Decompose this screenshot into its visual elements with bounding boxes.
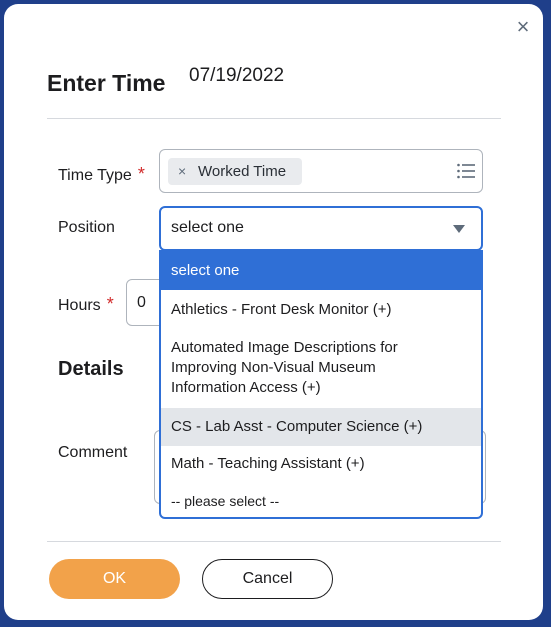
required-marker: * bbox=[106, 294, 114, 314]
position-label: Position bbox=[58, 219, 115, 236]
chevron-down-icon bbox=[453, 225, 465, 233]
option-select-one[interactable]: select one bbox=[161, 252, 481, 290]
time-type-label: Time Type * bbox=[58, 164, 145, 185]
close-icon[interactable]: × bbox=[512, 16, 534, 38]
option-math-teaching-assistant[interactable]: Math - Teaching Assistant (+) bbox=[161, 446, 481, 482]
option-cs-lab-asst[interactable]: CS - Lab Asst - Computer Science (+) bbox=[161, 408, 481, 446]
cancel-button[interactable]: Cancel bbox=[202, 559, 333, 599]
pill-remove-icon[interactable]: × bbox=[178, 158, 186, 185]
time-type-label-text: Time Type bbox=[58, 167, 132, 184]
worked-time-pill: × Worked Time bbox=[168, 158, 302, 185]
position-select[interactable]: select one bbox=[159, 206, 483, 251]
time-type-field[interactable]: × Worked Time bbox=[159, 149, 483, 193]
header-divider bbox=[47, 118, 501, 119]
hours-label: Hours * bbox=[58, 294, 114, 315]
comment-label: Comment bbox=[58, 444, 128, 461]
hours-value: 0 bbox=[137, 294, 146, 311]
dialog-title: Enter Time bbox=[47, 70, 166, 96]
ok-button[interactable]: OK bbox=[49, 559, 180, 599]
footer-divider bbox=[47, 541, 501, 542]
option-automated-image-descriptions[interactable]: Automated Image Descriptions for Improvi… bbox=[161, 332, 481, 404]
details-heading: Details bbox=[58, 358, 124, 380]
hours-label-text: Hours bbox=[58, 297, 101, 314]
required-marker: * bbox=[137, 164, 145, 184]
position-dropdown-list: select one Athletics - Front Desk Monito… bbox=[159, 250, 483, 519]
enter-time-dialog: × Enter Time 07/19/2022 Time Type * × Wor… bbox=[4, 4, 543, 620]
position-selected-value: select one bbox=[171, 219, 244, 236]
option-please-select[interactable]: -- please select -- bbox=[161, 484, 481, 517]
time-type-value: Worked Time bbox=[198, 163, 287, 180]
option-athletics[interactable]: Athletics - Front Desk Monitor (+) bbox=[161, 292, 481, 328]
date-value: 07/19/2022 bbox=[189, 65, 285, 86]
list-icon[interactable] bbox=[456, 161, 476, 181]
